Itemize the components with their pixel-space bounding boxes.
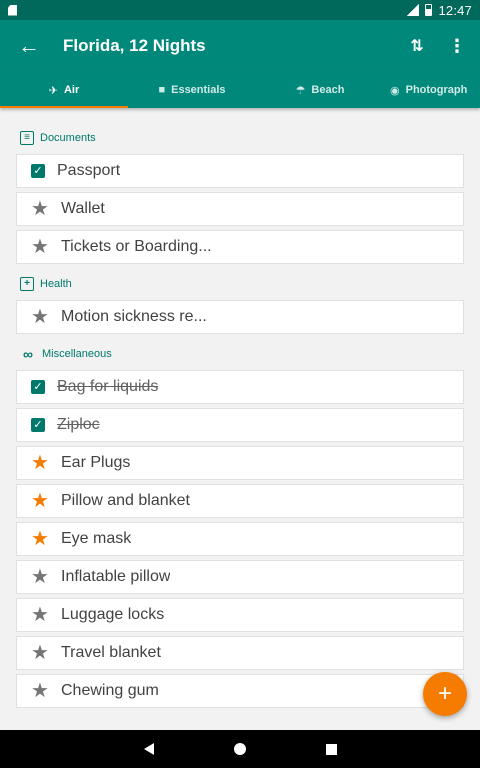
more-vertical-icon: ⋮ — [448, 35, 466, 56]
item-label: Ear Plugs — [61, 454, 131, 471]
section-title: Health — [40, 278, 72, 290]
sd-card-icon — [8, 4, 17, 16]
medical-kit-icon: + — [20, 277, 34, 291]
list-item[interactable]: ✓ Passport — [16, 154, 464, 188]
back-button[interactable]: ← — [0, 20, 58, 72]
more-options-button[interactable]: ⋮ — [434, 20, 480, 72]
item-label: Eye mask — [61, 530, 132, 547]
tab-label: Essentials — [171, 84, 226, 96]
status-time: 12:47 — [438, 2, 472, 18]
umbrella-icon: ☂ — [295, 84, 306, 97]
tab-bar: ✈ Air ■ Essentials ☂ Beach ◉ Photograph — [0, 72, 480, 108]
item-label: Bag for liquids — [57, 378, 159, 395]
add-icon: + — [437, 680, 452, 707]
tab-label: Photograph — [405, 84, 468, 96]
list-item[interactable]: ★ Inflatable pillow — [16, 560, 464, 594]
status-bar: 12:47 — [0, 0, 480, 20]
tab-label: Air — [63, 84, 80, 96]
nav-home-icon[interactable] — [233, 743, 246, 755]
nav-recents-icon[interactable] — [325, 743, 337, 755]
list-item[interactable]: ★ Motion sickness re... — [16, 300, 464, 334]
star-icon[interactable]: ★ — [31, 567, 49, 587]
star-icon[interactable]: ★ — [31, 605, 49, 625]
checkbox-checked-icon[interactable]: ✓ — [31, 380, 45, 394]
star-icon[interactable]: ★ — [31, 643, 49, 663]
documents-icon: ≡ — [20, 131, 34, 145]
list-item[interactable]: ★ Ear Plugs — [16, 446, 464, 480]
camera-icon: ◉ — [390, 84, 400, 97]
signal-icon — [407, 4, 420, 16]
app-bar: ← Florida, 12 Nights ⇅ ⋮ — [0, 20, 480, 72]
airplane-icon: ✈ — [48, 84, 58, 97]
star-icon[interactable]: ★ — [31, 237, 49, 257]
section-header-health: + Health — [0, 268, 480, 300]
item-label: Chewing gum — [61, 682, 159, 699]
section-header-documents: ≡ Documents — [0, 122, 480, 154]
list-item[interactable]: ✓ Ziploc — [16, 408, 464, 442]
infinity-icon: ∞ — [23, 346, 33, 362]
tab-essentials[interactable]: ■ Essentials — [128, 72, 256, 108]
list-item[interactable]: ★ Chewing gum — [16, 674, 464, 708]
battery-icon — [425, 4, 433, 16]
packing-list: ≡ Documents ✓ Passport ★ Wallet ★ Ticket… — [0, 108, 480, 730]
item-label: Inflatable pillow — [61, 568, 171, 585]
tab-air[interactable]: ✈ Air — [0, 72, 128, 108]
tab-beach[interactable]: ☂ Beach — [256, 72, 384, 108]
item-label: Pillow and blanket — [61, 492, 190, 509]
list-item[interactable]: ★ Wallet — [16, 192, 464, 226]
list-item[interactable]: ✓ Bag for liquids — [16, 370, 464, 404]
checkbox-checked-icon[interactable]: ✓ — [31, 164, 45, 178]
sort-button[interactable]: ⇅ — [400, 20, 434, 72]
item-label: Luggage locks — [61, 606, 165, 623]
item-label: Motion sickness re... — [61, 308, 207, 325]
item-label: Wallet — [61, 200, 105, 217]
item-label: Travel blanket — [61, 644, 161, 661]
tab-photography[interactable]: ◉ Photograph — [384, 72, 480, 108]
list-item[interactable]: ★ Travel blanket — [16, 636, 464, 670]
item-label: Passport — [57, 162, 121, 179]
star-icon[interactable]: ★ — [31, 681, 49, 701]
list-item[interactable]: ★ Eye mask — [16, 522, 464, 556]
add-item-button[interactable]: + — [423, 672, 467, 716]
star-icon[interactable]: ★ — [31, 529, 49, 549]
item-label: Tickets or Boarding... — [61, 238, 212, 255]
section-title: Miscellaneous — [42, 348, 112, 360]
section-header-miscellaneous: ∞ Miscellaneous — [0, 338, 480, 370]
arrow-left-icon: ← — [18, 33, 40, 58]
list-item[interactable]: ★ Pillow and blanket — [16, 484, 464, 518]
star-icon[interactable]: ★ — [31, 307, 49, 327]
star-icon[interactable]: ★ — [31, 199, 49, 219]
item-label: Ziploc — [57, 416, 100, 433]
section-title: Documents — [40, 132, 96, 144]
nav-back-icon[interactable] — [143, 743, 154, 755]
system-nav-bar — [0, 730, 480, 768]
star-icon[interactable]: ★ — [31, 491, 49, 511]
list-item[interactable]: ★ Tickets or Boarding... — [16, 230, 464, 264]
star-icon[interactable]: ★ — [31, 453, 49, 473]
list-item[interactable]: ★ Luggage locks — [16, 598, 464, 632]
sort-arrows-icon: ⇅ — [410, 38, 424, 55]
bag-icon: ■ — [158, 84, 166, 96]
page-title: Florida, 12 Nights — [63, 36, 206, 55]
tab-label: Beach — [311, 84, 345, 96]
checkbox-checked-icon[interactable]: ✓ — [31, 418, 45, 432]
